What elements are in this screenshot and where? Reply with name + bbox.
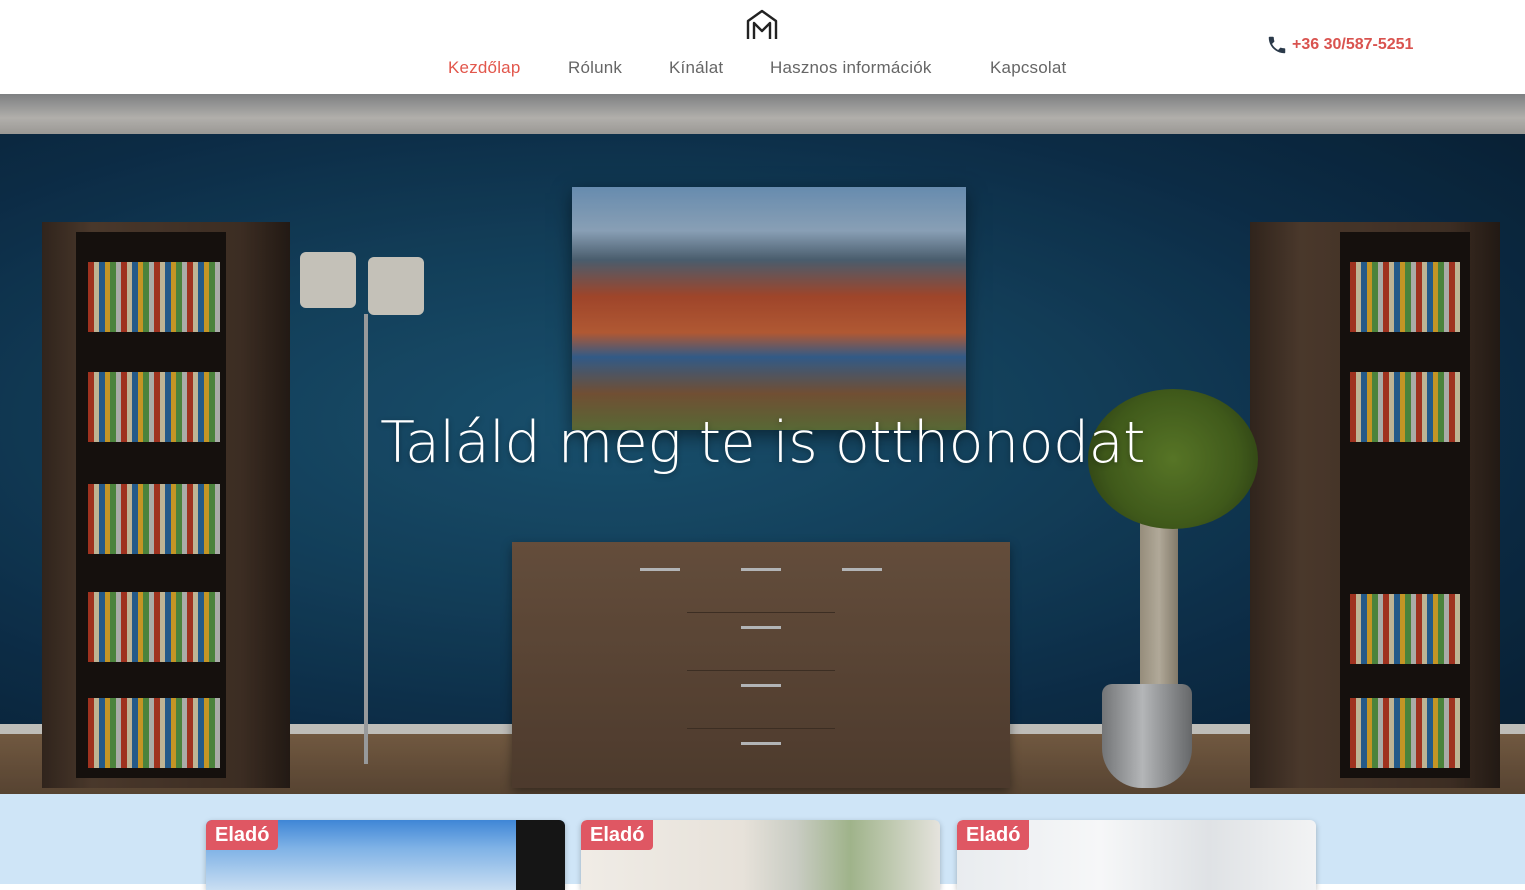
listings-section: Eladó Eladó Eladó: [0, 794, 1525, 890]
listing-card[interactable]: Eladó: [581, 820, 940, 890]
phone-contact[interactable]: +36 30/587-5251: [1266, 34, 1413, 56]
phone-number[interactable]: +36 30/587-5251: [1292, 36, 1413, 54]
hero-banner: Találd meg te is otthonodat: [0, 94, 1525, 794]
listing-card[interactable]: Eladó: [206, 820, 565, 890]
nav-item-kinalat[interactable]: Kínálat: [669, 58, 723, 78]
nav-item-kezdolap[interactable]: Kezdőlap: [448, 58, 521, 78]
hero-title: Találd meg te is otthonodat: [380, 410, 1145, 476]
nav-item-hasznos-informaciok[interactable]: Hasznos információk: [770, 58, 932, 78]
status-badge: Eladó: [957, 820, 1030, 850]
main-nav: Kezdőlap Rólunk Kínálat Hasznos informác…: [0, 58, 1525, 80]
status-badge: Eladó: [581, 820, 654, 850]
house-m-logo-icon[interactable]: [745, 9, 779, 41]
listing-card[interactable]: Eladó: [957, 820, 1316, 890]
nav-item-rolunk[interactable]: Rólunk: [568, 58, 622, 78]
nav-item-kapcsolat[interactable]: Kapcsolat: [990, 58, 1066, 78]
site-header: Kezdőlap Rólunk Kínálat Hasznos informác…: [0, 0, 1525, 94]
status-badge: Eladó: [206, 820, 279, 850]
phone-icon: [1268, 36, 1286, 54]
